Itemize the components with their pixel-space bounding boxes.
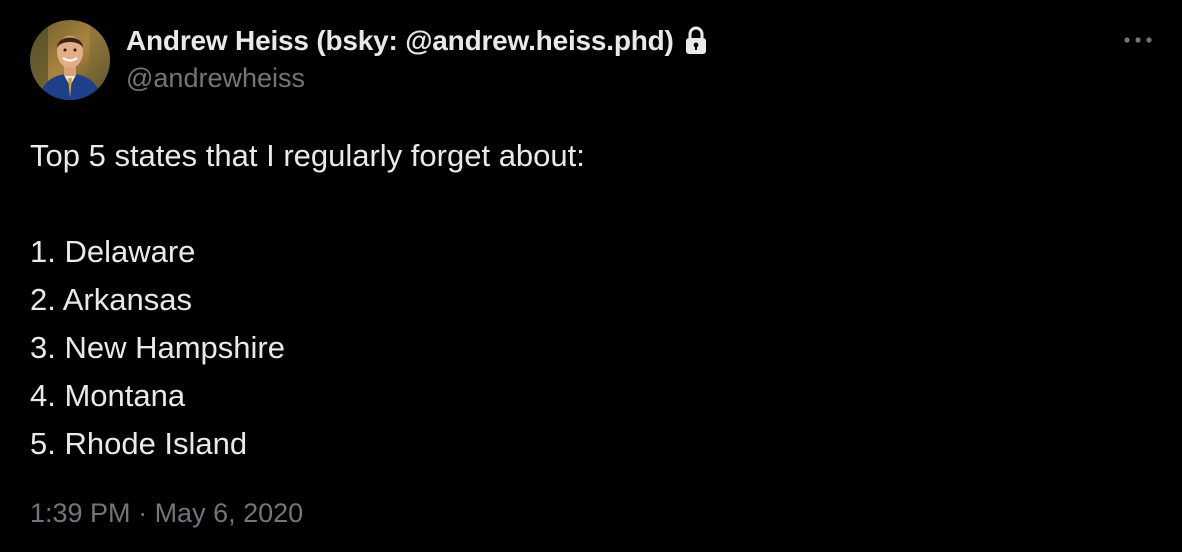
avatar-photo-icon bbox=[30, 20, 110, 100]
meta-separator: · bbox=[130, 498, 155, 528]
author-handle[interactable]: @andrewheiss bbox=[126, 63, 708, 94]
tweet: Andrew Heiss (bsky: @andrew.heiss.phd) @… bbox=[0, 0, 1182, 552]
list-item: 3. New Hampshire bbox=[30, 330, 285, 365]
author-display-name[interactable]: Andrew Heiss (bsky: @andrew.heiss.phd) bbox=[126, 25, 674, 57]
list-item: 5. Rhode Island bbox=[30, 426, 248, 461]
tweet-time[interactable]: 1:39 PM bbox=[30, 498, 131, 528]
more-horizontal-icon bbox=[1124, 37, 1152, 43]
tweet-text: Top 5 states that I regularly forget abo… bbox=[30, 132, 585, 468]
tweet-intro: Top 5 states that I regularly forget abo… bbox=[30, 138, 585, 173]
list-item: 2. Arkansas bbox=[30, 282, 192, 317]
list-item: 4. Montana bbox=[30, 378, 186, 413]
author-block: Andrew Heiss (bsky: @andrew.heiss.phd) @… bbox=[126, 23, 708, 94]
tweet-date[interactable]: May 6, 2020 bbox=[155, 498, 304, 528]
tweet-timestamp: 1:39 PM · May 6, 2020 bbox=[30, 498, 303, 529]
more-options-button[interactable] bbox=[1118, 28, 1158, 52]
avatar[interactable] bbox=[30, 20, 110, 100]
list-item: 1. Delaware bbox=[30, 234, 196, 269]
lock-icon bbox=[684, 26, 708, 56]
author-name-row[interactable]: Andrew Heiss (bsky: @andrew.heiss.phd) bbox=[126, 23, 708, 59]
